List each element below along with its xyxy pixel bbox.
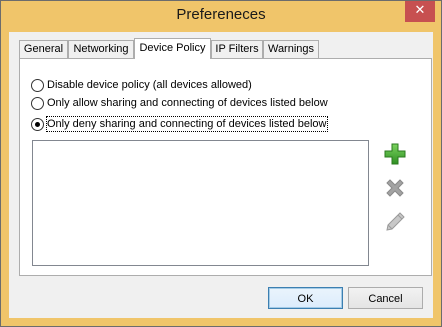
tab-networking[interactable]: Networking [68,40,134,58]
radio-label: Only allow sharing and connecting of dev… [47,97,328,109]
ok-button[interactable]: OK [268,287,343,309]
remove-device-button[interactable] [383,176,407,200]
radio-label: Disable device policy (all devices allow… [47,79,252,91]
edit-device-button[interactable] [383,210,407,234]
radio-label: Only deny sharing and connecting of devi… [45,116,329,132]
close-button[interactable]: ✕ [405,1,435,22]
x-icon [386,179,404,197]
radio-button[interactable] [31,97,44,110]
cancel-button[interactable]: Cancel [348,287,423,309]
tab-warnings[interactable]: Warnings [263,40,319,58]
add-device-button[interactable] [383,142,407,166]
tab-device-policy[interactable]: Device Policy [134,38,211,59]
title-bar[interactable]: Prefereneces ✕ [1,1,441,32]
radio-button-selected[interactable] [31,118,44,131]
tab-ip-filters[interactable]: IP Filters [211,40,263,58]
radio-button[interactable] [31,79,44,92]
pencil-icon [386,212,405,231]
tab-general[interactable]: General [19,40,68,58]
plus-icon [384,143,406,165]
close-icon: ✕ [414,3,426,18]
radio-selected-dot [35,122,40,127]
device-list[interactable] [32,140,369,266]
window-title: Prefereneces [176,6,266,23]
